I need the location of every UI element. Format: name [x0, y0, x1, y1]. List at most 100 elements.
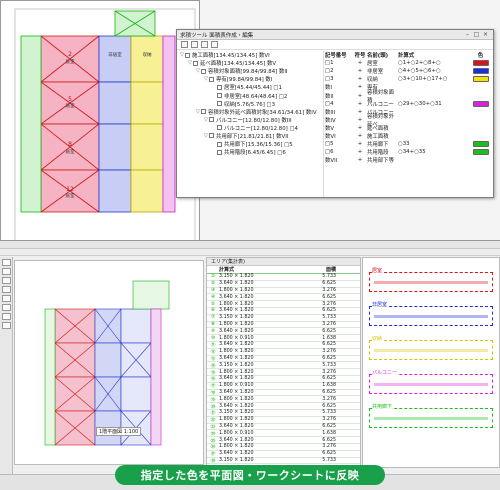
pane-divider[interactable] — [323, 51, 324, 197]
color-swatch[interactable] — [472, 100, 489, 107]
grid-row[interactable]: 数V + 延べ面積 — [325, 124, 493, 132]
row-number: ⑩ — [210, 335, 216, 341]
worksheet-row[interactable]: ⑤ 1.800 × 1.820 3.276 — [207, 301, 360, 308]
summary-section-label: バルコニー — [372, 369, 397, 376]
new-item-icon[interactable] — [181, 41, 188, 48]
minimize-icon[interactable]: – — [463, 31, 472, 38]
tree-node-label: 共用階段[6.45/6.45] □6 — [224, 150, 286, 157]
dialog-toolbar — [177, 40, 493, 50]
worksheet-row[interactable]: ② 3.640 × 1.820 6.625 — [207, 281, 360, 288]
maximize-icon[interactable]: □ — [472, 31, 481, 38]
tree-node[interactable]: 居室[45.44/45.44] □1 — [180, 83, 320, 91]
worksheet-row[interactable]: ④ 3.640 × 1.820 6.625 — [207, 294, 360, 302]
tree-node[interactable]: ▽ 容積対象外延べ面積対象[34.61/34.61] 数IV — [180, 108, 320, 116]
tree-node[interactable]: ▽ 共用部下[21.81/21.81] 数VII — [180, 132, 320, 140]
worksheet-row[interactable]: ⑪ 3.640 × 1.820 6.625 — [207, 342, 360, 349]
row-area: 3.276 — [322, 417, 336, 423]
tree-node[interactable]: ▽ 専有[99.84/99.84] 数I — [180, 75, 320, 83]
color-swatch[interactable] — [472, 60, 489, 67]
worksheet-row[interactable]: ③ 1.800 × 1.820 3.276 — [207, 288, 360, 295]
color-swatch[interactable] — [472, 76, 489, 83]
grid-row[interactable]: 数IV + 容積対象外延べ — [325, 114, 493, 128]
grid-row[interactable]: 数VII + 共用部下等 — [325, 156, 493, 164]
rect-tool-icon[interactable] — [2, 286, 11, 293]
tree-node[interactable]: ▽ 施工面積[134.45/134.45] 数VI — [180, 51, 320, 59]
tree-node[interactable]: ▽ バルコニー[12.80/12.80] 数III — [180, 116, 320, 124]
select-tool-icon[interactable] — [2, 259, 11, 266]
worksheet-row[interactable]: ⑭ 3.150 × 1.820 5.733 — [207, 362, 360, 370]
svg-text:居室: 居室 — [66, 102, 75, 109]
row-number: ㉘ — [210, 458, 216, 464]
wall-tool-icon[interactable] — [2, 268, 11, 275]
worksheet-row[interactable]: ㉖ 1.800 × 1.820 3.276 — [207, 444, 360, 451]
grid-row[interactable]: 数II + 容積対象面積 — [325, 90, 493, 104]
worksheet-row[interactable]: ⑩ 1.800 × 0.910 1.638 — [207, 335, 360, 342]
delete-item-icon[interactable] — [191, 41, 198, 48]
dimension-tool-icon[interactable] — [2, 304, 11, 311]
close-icon[interactable]: × — [481, 31, 490, 38]
folder-icon — [185, 52, 190, 58]
worksheet-row[interactable]: ⑮ 1.800 × 1.820 3.276 — [207, 369, 360, 376]
tree-node[interactable]: 共用廊下[15.36/15.36] □5 — [180, 140, 320, 148]
color-swatch[interactable] — [472, 149, 489, 156]
tree-node[interactable]: 収納[5.76/5.76] □3 — [180, 100, 320, 108]
worksheet-row[interactable]: ① 3.150 × 1.820 5.733 — [207, 274, 360, 281]
tree-node[interactable]: 非居室[48.64/48.64] □2 — [180, 91, 320, 100]
folder-icon — [217, 125, 222, 131]
grid-row[interactable]: □1 + 居室 ○1+○2+○8+○ — [325, 59, 493, 67]
dialog-titlebar[interactable]: 求積ツール 面積表作成・編集 – □ × — [177, 30, 493, 40]
grid-row[interactable]: 数III + バルコニー — [325, 108, 493, 116]
worksheet-row[interactable]: ⑫ 1.800 × 1.820 3.276 — [207, 349, 360, 356]
tree-node[interactable]: ▽ 延べ面積[134.45/134.45] 数V — [180, 59, 320, 67]
worksheet-row[interactable]: ㉒ 1.800 × 1.820 3.276 — [207, 417, 360, 424]
color-swatch[interactable] — [472, 68, 489, 75]
worksheet-row[interactable]: ⑥ 3.640 × 1.820 6.625 — [207, 308, 360, 315]
grid-row[interactable]: □3 + 収納 ○3+○10+○17+○ — [325, 75, 493, 83]
worksheet-row[interactable]: ㉓ 3.640 × 1.820 6.625 — [207, 424, 360, 431]
worksheet-row[interactable]: ⑧ 1.800 × 1.820 3.276 — [207, 322, 360, 329]
worksheet-row[interactable]: ⑱ 3.640 × 1.820 6.625 — [207, 390, 360, 397]
worksheet-row[interactable]: ㉗ 3.640 × 1.820 6.625 — [207, 451, 360, 458]
code-cell: 数I — [325, 85, 332, 92]
worksheet-row[interactable]: ㉕ 3.640 × 1.820 6.625 — [207, 437, 360, 444]
color-cell — [468, 68, 493, 75]
row-formula: 3.150 × 1.820 — [219, 362, 254, 368]
move-up-icon[interactable] — [201, 41, 208, 48]
row-area: 5.733 — [322, 362, 336, 368]
color-swatch[interactable] — [472, 141, 489, 148]
worksheet-row[interactable]: ㉘ 3.150 × 1.820 5.733 — [207, 458, 360, 465]
tree-node[interactable]: ▽ 容積対象面積[99.84/99.84] 数II — [180, 67, 320, 75]
worksheet-row[interactable]: ⑯ 3.640 × 1.820 6.625 — [207, 376, 360, 383]
row-area: 6.625 — [322, 328, 336, 334]
row-formula: 3.640 × 1.820 — [219, 342, 254, 348]
worksheet-row[interactable]: ⑬ 3.640 × 1.820 6.625 — [207, 356, 360, 363]
worksheet-row[interactable]: ⑲ 1.800 × 1.820 3.276 — [207, 396, 360, 404]
tree-node[interactable]: 共用階段[6.45/6.45] □6 — [180, 148, 320, 156]
folder-icon — [209, 117, 214, 123]
grid-row[interactable]: □4 + バルコニー ○29+○30+○31 — [325, 100, 493, 108]
worksheet-row[interactable]: ㉑ 3.150 × 1.820 5.733 — [207, 410, 360, 417]
menu-bar[interactable] — [0, 241, 500, 249]
row-area: 3.276 — [322, 444, 336, 450]
grid-row[interactable]: 数VI + 施工面積 — [325, 132, 493, 140]
worksheet-row[interactable]: ⑰ 1.800 × 0.910 1.638 — [207, 383, 360, 390]
text-tool-icon[interactable] — [2, 295, 11, 302]
summary-section-bar — [374, 417, 488, 420]
grid-row[interactable]: 数I + 専有 — [325, 83, 493, 91]
row-formula: 3.640 × 1.820 — [219, 451, 254, 457]
grid-row[interactable]: □2 + 非居室 ○4+○5+○6+○ — [325, 67, 493, 75]
main-toolbar[interactable] — [0, 249, 500, 256]
move-down-icon[interactable] — [211, 41, 218, 48]
folder-icon — [201, 109, 206, 115]
sign-cell: + — [357, 84, 363, 91]
grid-row[interactable]: □5 + 共用廊下 ○33 — [325, 140, 493, 148]
line-tool-icon[interactable] — [2, 277, 11, 284]
grid-row[interactable]: □6 + 共用階段 ○34+○35 — [325, 148, 493, 156]
area-tool-icon[interactable] — [2, 313, 11, 320]
zoom-tool-icon[interactable] — [2, 322, 11, 329]
worksheet-row[interactable]: ㉔ 1.800 × 0.910 1.638 — [207, 430, 360, 438]
worksheet-row[interactable]: ⑨ 3.640 × 1.820 6.625 — [207, 328, 360, 336]
worksheet-row[interactable]: ⑳ 3.640 × 1.820 6.625 — [207, 403, 360, 410]
tree-node[interactable]: バルコニー[12.80/12.80] □4 — [180, 124, 320, 132]
worksheet-row[interactable]: ⑦ 3.150 × 1.820 5.733 — [207, 315, 360, 322]
